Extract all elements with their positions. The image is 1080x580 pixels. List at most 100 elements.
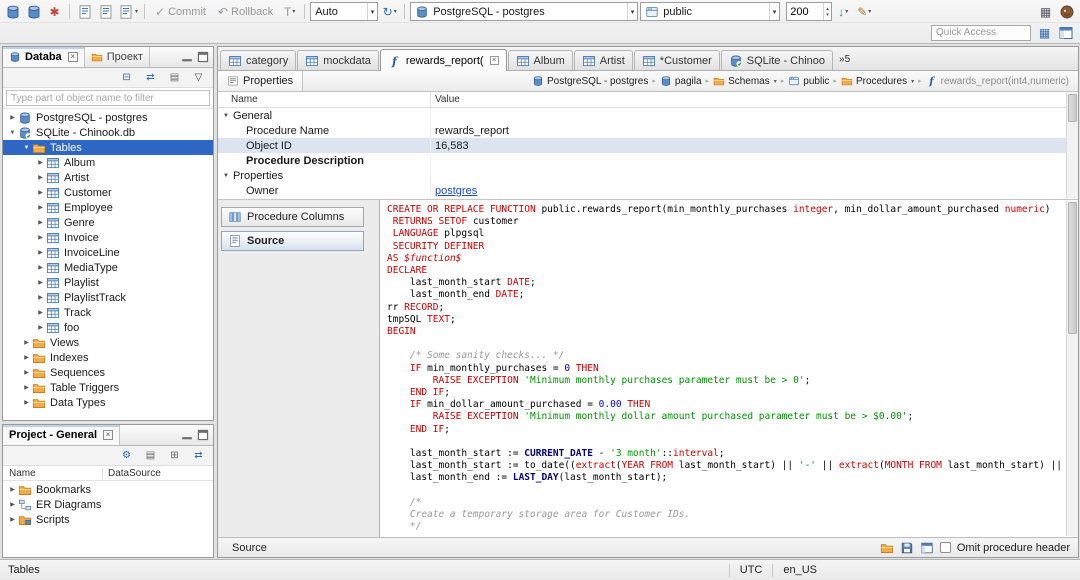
edit-value-button[interactable]: ✎ ▾	[855, 2, 874, 21]
refresh-button[interactable]: ↻ ▾	[380, 2, 399, 21]
chevron-right-icon[interactable]: ▶	[35, 324, 46, 331]
project-item-scripts[interactable]: ▶ Scripts	[3, 512, 213, 527]
editor-tab-mockdata[interactable]: mockdata	[297, 50, 379, 70]
properties-scrollbar[interactable]	[1066, 93, 1078, 198]
perspective-grid-button[interactable]: ▦	[1035, 23, 1054, 42]
chevron-down-icon[interactable]: ▼	[223, 113, 229, 119]
editor-tab-sqlite-chinoo[interactable]: SQLite - Chinoo	[720, 50, 834, 70]
tabs-overflow[interactable]: »5	[834, 54, 855, 65]
property-row-general[interactable]: ▼ General	[218, 108, 1078, 123]
property-row-procedure-description[interactable]: Procedure Description	[218, 153, 1078, 168]
toggle-results-button[interactable]: ▦	[1036, 2, 1055, 21]
chevron-right-icon[interactable]: ▶	[21, 354, 32, 361]
source-editor[interactable]: CREATE OR REPLACE FUNCTION public.reward…	[379, 200, 1078, 537]
breadcrumb-item-public[interactable]: public	[785, 75, 832, 87]
tree-item-views[interactable]: ▶ Views	[3, 335, 213, 350]
chevron-right-icon[interactable]: ▶	[21, 339, 32, 346]
chevron-right-icon[interactable]: ▶	[21, 369, 32, 376]
tree-item-genre[interactable]: ▶ Genre	[3, 215, 213, 230]
section-tab-procedure-columns[interactable]: Procedure Columns	[221, 207, 364, 227]
configure-button[interactable]: ▤	[165, 68, 184, 87]
editor-tab-album[interactable]: Album	[507, 50, 573, 70]
breadcrumb-item-procedures[interactable]: Procedures ▾	[838, 75, 917, 87]
tree-item-invoiceline[interactable]: ▶ InvoiceLine	[3, 245, 213, 260]
minimize-icon[interactable]	[181, 429, 193, 441]
connect-to-database-button[interactable]	[24, 2, 43, 21]
breadcrumb-item-schemas[interactable]: Schemas ▾	[710, 75, 780, 87]
grid-column-value[interactable]: Value	[431, 94, 460, 105]
link-with-editor-button[interactable]: ⇄	[141, 68, 160, 87]
tab-properties[interactable]: Properties	[218, 71, 304, 91]
chevron-right-icon[interactable]: ▶	[35, 279, 46, 286]
chevron-down-icon[interactable]: ▼	[21, 145, 32, 151]
settings-button[interactable]: ⚙	[117, 446, 136, 465]
new-sql-editor-button[interactable]	[96, 2, 115, 21]
open-in-editor-icon[interactable]	[920, 541, 934, 555]
tree-item-tables[interactable]: ▼ Tables	[3, 140, 213, 155]
dbeaver-logo-icon[interactable]	[1057, 2, 1076, 21]
section-tab-source[interactable]: Source	[221, 231, 364, 251]
close-icon[interactable]: ×	[103, 430, 114, 440]
chevron-right-icon[interactable]: ▶	[35, 264, 46, 271]
quick-access-input[interactable]	[931, 24, 1031, 41]
source-subtab[interactable]: Source	[226, 542, 267, 554]
breadcrumb-item-pagila[interactable]: pagila	[657, 75, 705, 87]
omit-header-checkbox[interactable]	[939, 542, 951, 553]
layout-button[interactable]: ▤	[141, 446, 160, 465]
maximize-icon[interactable]	[197, 429, 209, 441]
property-row-procedure-name[interactable]: Procedure Name rewards_report	[218, 123, 1078, 138]
tab-project-general[interactable]: Project - General ×	[3, 425, 121, 445]
persist-icon[interactable]	[880, 541, 894, 555]
chevron-right-icon[interactable]: ▶	[21, 399, 32, 406]
chevron-down-icon[interactable]: ▼	[7, 130, 18, 136]
open-sql-script-button[interactable]: ▾	[117, 2, 139, 21]
chevron-right-icon[interactable]: ▶	[35, 159, 46, 166]
chevron-right-icon[interactable]: ▶	[35, 309, 46, 316]
spinner-arrows-icon[interactable]: ▴ ▾	[823, 3, 831, 20]
tree-item-employee[interactable]: ▶ Employee	[3, 200, 213, 215]
fetch-all-rows-button[interactable]: ↓ ▾	[834, 2, 853, 21]
minimize-icon[interactable]	[181, 51, 193, 63]
status-timezone[interactable]: UTC	[740, 564, 763, 576]
tree-item-invoice[interactable]: ▶ Invoice	[3, 230, 213, 245]
editor-tab-rewards-report[interactable]: f rewards_report(×	[379, 49, 507, 71]
tree-item-mediatype[interactable]: ▶ MediaType	[3, 260, 213, 275]
project-item-er-diagrams[interactable]: ▶ ER Diagrams	[3, 497, 213, 512]
add-button[interactable]: ⊞	[165, 446, 184, 465]
source-scrollbar[interactable]	[1066, 201, 1078, 536]
tree-item-sequences[interactable]: ▶ Sequences	[3, 365, 213, 380]
property-row-owner[interactable]: Owner postgres	[218, 183, 1078, 198]
chevron-right-icon[interactable]: ▶	[35, 219, 46, 226]
maximize-icon[interactable]	[197, 51, 209, 63]
datasource-combo[interactable]: PostgreSQL - postgres ▾	[410, 2, 639, 21]
transaction-mode-button[interactable]: T ▾	[280, 2, 299, 21]
schema-combo[interactable]: public ▾	[640, 2, 781, 21]
tree-item-playlisttrack[interactable]: ▶ PlaylistTrack	[3, 290, 213, 305]
chevron-right-icon[interactable]: ▶	[7, 516, 18, 523]
tree-item-foo[interactable]: ▶ foo	[3, 320, 213, 335]
editor-tab-artist[interactable]: Artist	[573, 50, 633, 70]
commit-mode-combo[interactable]: Auto ▾	[310, 2, 379, 21]
collapse-all-button[interactable]: ⊟	[117, 68, 136, 87]
breadcrumb-item-postgresql-postgres[interactable]: PostgreSQL - postgres	[529, 75, 651, 87]
view-menu-button[interactable]: ▽	[189, 68, 208, 87]
chevron-right-icon[interactable]: ▶	[35, 234, 46, 241]
sql-editor-button[interactable]	[75, 2, 94, 21]
chevron-right-icon[interactable]: ▶	[7, 114, 18, 121]
chevron-right-icon[interactable]: ▶	[35, 204, 46, 211]
tree-item-sqlite-chinook-db[interactable]: ▼ SQLite - Chinook.db	[3, 125, 213, 140]
project-item-bookmarks[interactable]: ▶ Bookmarks	[3, 482, 213, 497]
tree-item-customer[interactable]: ▶ Customer	[3, 185, 213, 200]
column-header-name[interactable]: Name	[3, 467, 103, 479]
chevron-right-icon[interactable]: ▶	[35, 294, 46, 301]
commit-button[interactable]: ✓ Commit	[150, 2, 211, 21]
save-icon[interactable]	[900, 541, 914, 555]
rollback-button[interactable]: ↶ Rollback	[213, 2, 278, 21]
tree-item-indexes[interactable]: ▶ Indexes	[3, 350, 213, 365]
close-icon[interactable]: ×	[67, 52, 78, 62]
chevron-right-icon[interactable]: ▶	[7, 486, 18, 493]
tree-item-album[interactable]: ▶ Album	[3, 155, 213, 170]
property-row-object-id[interactable]: Object ID 16,583	[218, 138, 1078, 153]
tab-database-navigator[interactable]: Databa ×	[3, 47, 85, 67]
open-perspective-button[interactable]	[1056, 23, 1075, 42]
